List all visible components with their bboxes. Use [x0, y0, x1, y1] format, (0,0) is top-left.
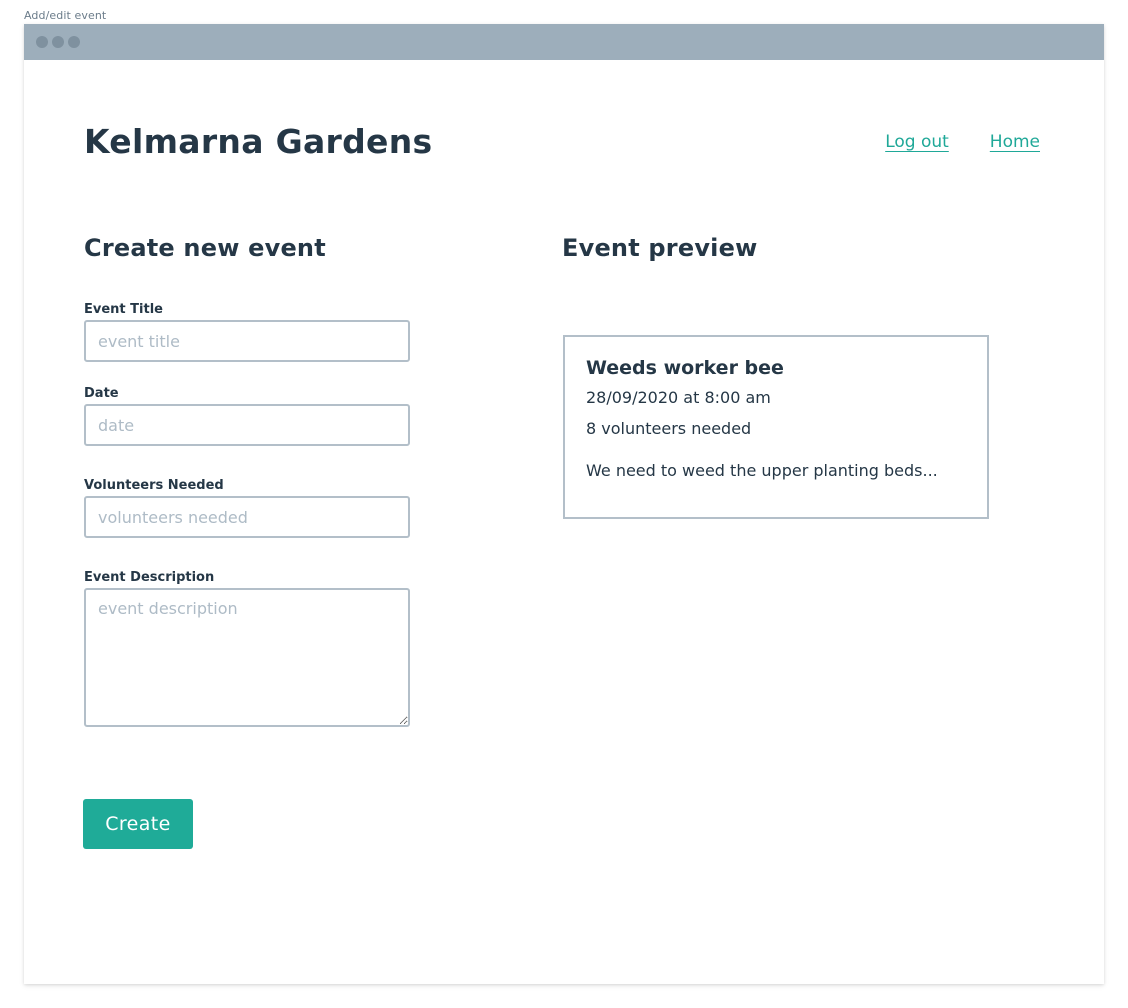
date-field: Date	[84, 386, 410, 446]
window-control-dot-icon[interactable]	[52, 36, 64, 48]
create-button[interactable]: Create	[83, 799, 193, 849]
date-label: Date	[84, 386, 119, 401]
browser-window: Kelmarna Gardens Log out Home Create new…	[24, 24, 1104, 984]
site-title: Kelmarna Gardens	[84, 122, 433, 161]
preview-heading: Event preview	[562, 234, 758, 262]
event-preview-section: Event preview Weeds worker bee 28/09/202…	[562, 234, 992, 519]
frame-label: Add/edit event	[24, 9, 107, 22]
event-title-label: Event Title	[84, 302, 163, 317]
create-event-form: Create new event Event Title Date Volunt…	[83, 234, 414, 849]
preview-event-description: We need to weed the upper planting beds.…	[586, 461, 938, 480]
window-control-dot-icon[interactable]	[36, 36, 48, 48]
home-link[interactable]: Home	[990, 132, 1040, 152]
event-preview-card: Weeds worker bee 28/09/2020 at 8:00 am 8…	[563, 335, 989, 519]
window-control-dot-icon[interactable]	[68, 36, 80, 48]
main-nav: Log out Home	[885, 132, 1040, 152]
preview-event-title: Weeds worker bee	[586, 357, 784, 379]
event-title-input[interactable]	[84, 320, 410, 362]
description-label: Event Description	[84, 570, 215, 585]
description-textarea[interactable]	[84, 588, 410, 727]
date-input[interactable]	[84, 404, 410, 446]
description-field: Event Description	[84, 570, 410, 731]
volunteers-label: Volunteers Needed	[84, 478, 224, 493]
preview-event-volunteers: 8 volunteers needed	[586, 419, 752, 438]
event-title-field: Event Title	[84, 302, 410, 362]
window-titlebar	[24, 24, 1104, 60]
preview-event-datetime: 28/09/2020 at 8:00 am	[586, 388, 771, 407]
form-heading: Create new event	[84, 234, 326, 262]
volunteers-field: Volunteers Needed	[84, 478, 410, 538]
logout-link[interactable]: Log out	[885, 132, 949, 152]
volunteers-input[interactable]	[84, 496, 410, 538]
site-header: Kelmarna Gardens Log out Home	[84, 122, 1040, 161]
